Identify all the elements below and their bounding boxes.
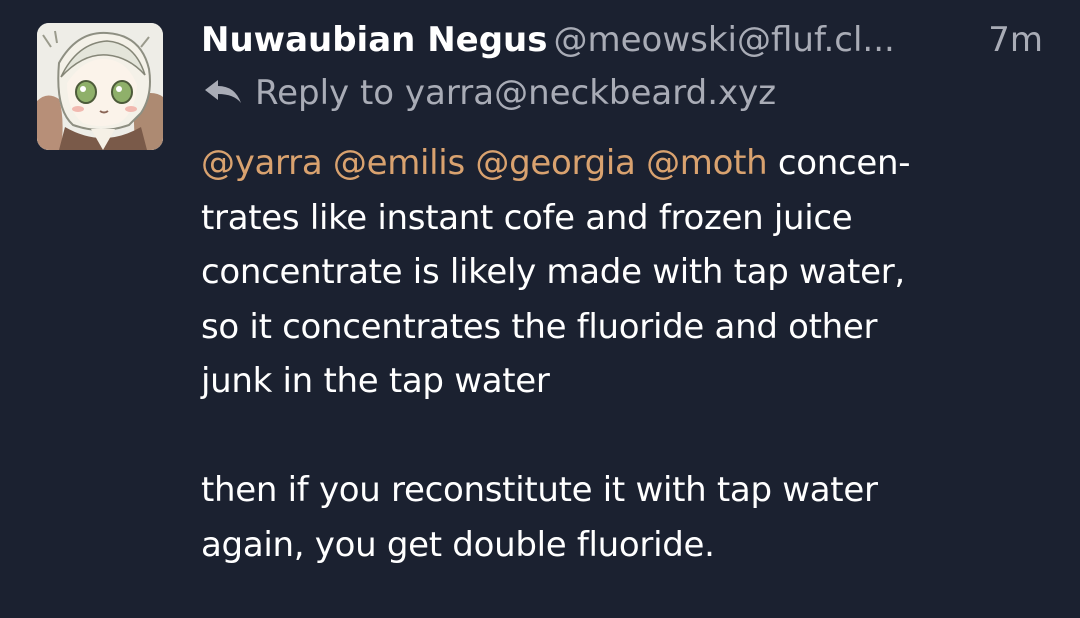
- mention-link[interactable]: @emilis: [333, 143, 465, 183]
- post-timestamp[interactable]: 7m: [988, 16, 1043, 64]
- reply-context[interactable]: Reply to yarra@neckbeard.xyz: [201, 70, 776, 116]
- post-text: concen-: [767, 143, 911, 183]
- author-avatar[interactable]: [37, 23, 163, 150]
- paragraph-break: [201, 409, 1051, 464]
- post-line: trates like instant cofe and frozen juic…: [201, 197, 853, 238]
- post-line: then if you reconstitute it with tap wat…: [201, 470, 878, 510]
- reply-arrow-icon: [205, 79, 241, 103]
- post-line: concentrate is likely made with tap wate…: [201, 252, 905, 292]
- post-line: so it concentrates the fluoride and othe…: [201, 306, 878, 347]
- post-line: @yarra @emilis @georgia @moth concen-: [201, 136, 1051, 191]
- post-header: Nuwaubian Negus @meowski@fluf.cl... 7m: [201, 16, 1061, 64]
- mention-link[interactable]: @yarra: [201, 143, 323, 183]
- post-line: junk in the tap water: [201, 361, 550, 401]
- post-content: @yarra @emilis @georgia @moth concen- tr…: [201, 136, 1051, 572]
- mention-link[interactable]: @moth: [646, 143, 768, 183]
- author-handle[interactable]: @meowski@fluf.cl...: [554, 20, 895, 60]
- reply-to-label: Reply to yarra@neckbeard.xyz: [255, 73, 777, 113]
- anime-character-avatar-image: [37, 23, 163, 150]
- author-display-name[interactable]: Nuwaubian Negus: [201, 20, 548, 60]
- mention-link[interactable]: @georgia: [475, 143, 635, 183]
- post-line: again, you get double fluoride.: [201, 524, 715, 565]
